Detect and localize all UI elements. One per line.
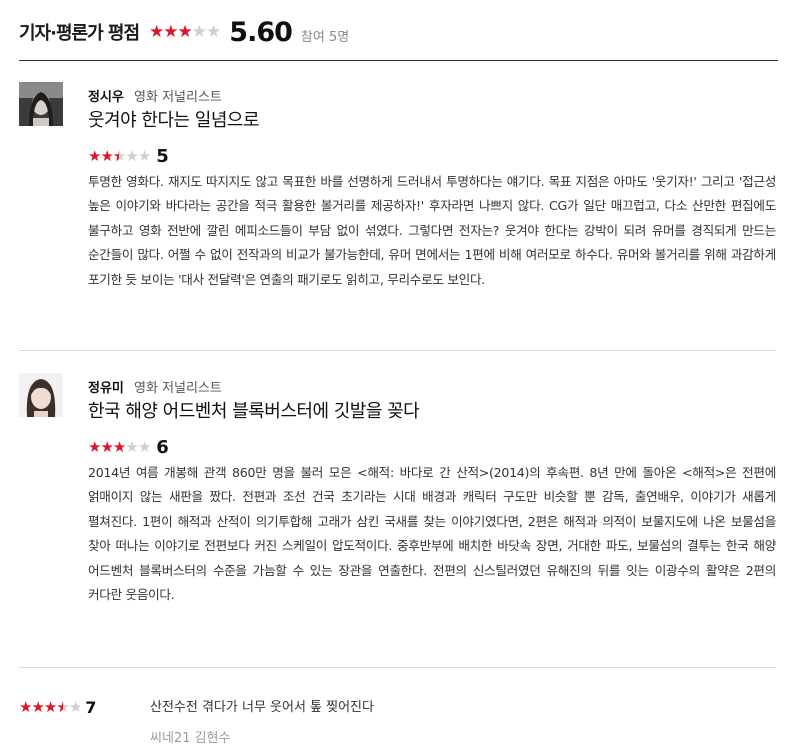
star-empty-icon: ★ <box>191 21 207 42</box>
star-empty-icon: ★ <box>125 147 138 165</box>
star-full-icon: ★ <box>149 21 164 42</box>
ratings-header: 기자·평론가 평점 ★ ★ ★ ★ ★ 5.60 참여 5명 <box>19 14 349 50</box>
review-rating: ★ ★ ★ ★ ★ 6 <box>88 437 169 458</box>
critic-review: 정시우 영화 저널리스트 웃겨야 한다는 일념으로 ★★★★★ 5 투명한 영화… <box>19 82 776 334</box>
avatar-image <box>19 82 63 126</box>
short-review-rating: ★★★★★ 7 <box>19 698 96 717</box>
review-divider <box>19 667 776 668</box>
review-title: 웃겨야 한다는 일념으로 <box>88 110 260 131</box>
header-divider <box>19 60 778 61</box>
critic-role: 영화 저널리스트 <box>134 90 222 105</box>
star-full-icon: ★ <box>112 438 126 456</box>
star-half-icon: ★ <box>56 700 69 716</box>
short-review-author[interactable]: 씨네21 김현수 <box>150 727 230 746</box>
review-title: 한국 해양 어드벤처 블록버스터에 깃발을 꽂다 <box>88 401 420 422</box>
review-body: 투명한 영화다. 재지도 따지지도 않고 목표한 바를 선명하게 드러내서 투명… <box>88 174 776 287</box>
critic-byline: 정유미 영화 저널리스트 <box>88 377 222 396</box>
critic-review: 정유미 영화 저널리스트 한국 해양 어드벤처 블록버스터에 깃발을 꽂다 ★ ★… <box>19 373 776 645</box>
star-empty-icon: ★ <box>137 438 151 456</box>
star-full-icon: ★ <box>43 698 57 716</box>
avatar[interactable] <box>19 82 63 126</box>
star-full-icon: ★ <box>88 147 101 165</box>
star-full-icon: ★ <box>100 147 113 165</box>
star-full-icon: ★ <box>163 21 178 42</box>
avatar[interactable] <box>19 373 63 417</box>
star-empty-icon: ★ <box>137 147 151 165</box>
average-score: 5.60 <box>229 16 293 48</box>
star-full-icon: ★ <box>177 21 193 42</box>
star-rating: ★ ★ ★ ★ ★ <box>88 438 151 456</box>
critic-name[interactable]: 정유미 <box>88 381 124 396</box>
section-title: 기자·평론가 평점 <box>19 23 140 44</box>
critic-ratings-section: 기자·평론가 평점 ★ ★ ★ ★ ★ 5.60 참여 5명 정시우 영화 저널리스트 … <box>0 0 800 746</box>
star-rating: ★ ★ ★ ★ ★ <box>88 147 151 165</box>
review-body: 2014년 여름 개봉해 관객 860만 명을 불러 모은 <해적: 바다로 간… <box>88 465 776 603</box>
review-divider <box>19 350 776 351</box>
participant-count: 참여 5명 <box>300 29 350 45</box>
star-empty-icon: ★ <box>206 21 221 42</box>
critic-role: 영화 저널리스트 <box>134 381 222 396</box>
star-rating: ★ ★ ★ ★ ★ <box>19 698 82 716</box>
rating-score: 5 <box>156 146 169 167</box>
star-empty-icon: ★ <box>68 698 82 716</box>
rating-score: 7 <box>85 698 97 717</box>
star-full-icon: ★ <box>88 438 101 456</box>
review-rating: ★★★★★ 5 <box>88 146 169 167</box>
rating-score: 6 <box>156 437 169 458</box>
average-star-rating: ★ ★ ★ ★ ★ <box>149 21 221 42</box>
critic-byline: 정시우 영화 저널리스트 <box>88 86 222 105</box>
star-full-icon: ★ <box>19 698 32 716</box>
star-full-icon: ★ <box>31 698 44 716</box>
short-review-text: 산전수전 겪다가 너무 웃어서 톺 찢어진다 <box>150 700 374 715</box>
star-empty-icon: ★ <box>125 438 138 456</box>
critic-name[interactable]: 정시우 <box>88 90 124 105</box>
star-full-icon: ★ <box>100 438 113 456</box>
avatar-image <box>19 373 63 417</box>
star-half-icon: ★ <box>113 149 126 165</box>
